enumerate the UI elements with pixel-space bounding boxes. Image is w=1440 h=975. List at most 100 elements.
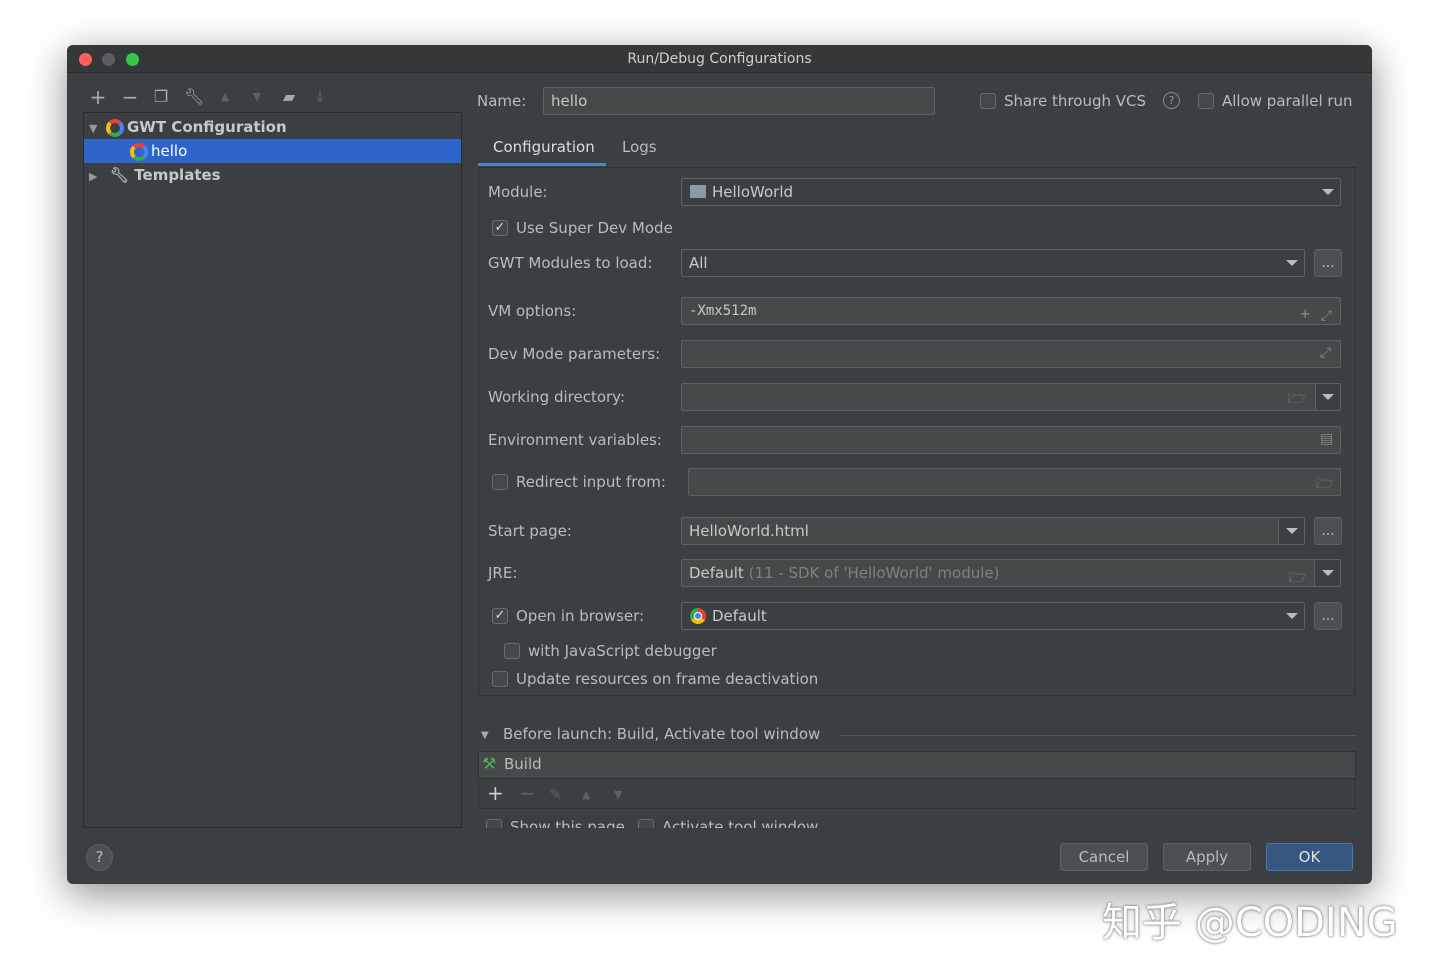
minus-icon[interactable]: − bbox=[120, 87, 140, 107]
arrow-up-icon[interactable]: ▲ bbox=[215, 87, 235, 107]
tree-templates[interactable]: ▶🔧︎ Templates bbox=[84, 163, 461, 187]
working-dir-dropdown[interactable] bbox=[1315, 384, 1340, 410]
document-icon[interactable]: ▤ bbox=[1320, 431, 1333, 447]
env-vars-input[interactable] bbox=[681, 426, 1341, 454]
working-dir-input[interactable] bbox=[681, 383, 1341, 411]
wrench-icon[interactable]: 🔧︎ bbox=[184, 87, 204, 107]
redirect-input-field[interactable] bbox=[688, 468, 1341, 496]
gwt-modules-select[interactable]: All bbox=[681, 249, 1305, 277]
plus-icon[interactable]: + bbox=[1300, 301, 1310, 327]
collapse-arrow-icon[interactable]: ▶ bbox=[84, 165, 110, 189]
name-input[interactable]: hello bbox=[543, 87, 935, 115]
browser-select[interactable]: Default bbox=[681, 602, 1305, 630]
dev-params-label: Dev Mode parameters: bbox=[488, 344, 660, 364]
open-browser-checkbox[interactable]: ✓ bbox=[492, 608, 508, 624]
jre-dropdown[interactable] bbox=[1314, 560, 1340, 586]
module-value: HelloWorld bbox=[712, 183, 793, 201]
js-debugger-label: with JavaScript debugger bbox=[528, 641, 717, 661]
gwt-modules-label: GWT Modules to load: bbox=[488, 253, 652, 273]
copy-icon[interactable]: ❐ bbox=[151, 87, 171, 107]
allow-parallel-label: Allow parallel run bbox=[1222, 91, 1353, 111]
allow-parallel-checkbox[interactable] bbox=[1198, 93, 1214, 109]
watermark: 知乎 @CODING bbox=[1102, 890, 1398, 948]
vm-options-label: VM options: bbox=[488, 301, 576, 321]
tree-group-gwt-configuration[interactable]: ▼ GWT Configuration bbox=[84, 115, 461, 139]
expand-arrow-icon[interactable]: ▼ bbox=[84, 117, 106, 141]
super-dev-checkbox[interactable]: ✓ bbox=[492, 220, 508, 236]
help-icon[interactable]: ? bbox=[1163, 92, 1180, 109]
chevron-down-icon bbox=[1322, 394, 1334, 400]
browser-browse-button[interactable]: ... bbox=[1314, 602, 1342, 630]
before-launch-title: Before launch: Build, Activate tool wind… bbox=[503, 724, 820, 744]
start-page-dropdown[interactable] bbox=[1278, 518, 1304, 544]
ok-button[interactable]: OK bbox=[1266, 843, 1353, 871]
zoom-window-button[interactable] bbox=[126, 53, 139, 66]
folder-icon[interactable]: 🗁 bbox=[1316, 473, 1333, 497]
share-vcs-checkbox[interactable] bbox=[980, 93, 996, 109]
minus-icon[interactable]: − bbox=[519, 781, 536, 805]
clipped-options-row: Show this page Activate tool window bbox=[478, 817, 1356, 828]
arrow-down-icon[interactable]: ▼ bbox=[247, 87, 267, 107]
sort-icon[interactable]: ↓ bbox=[310, 87, 330, 107]
help-button[interactable]: ? bbox=[86, 844, 113, 871]
arrow-down-icon[interactable]: ▼ bbox=[614, 788, 622, 801]
redirect-input-checkbox[interactable] bbox=[492, 474, 508, 490]
tab-logs[interactable]: Logs bbox=[622, 137, 657, 157]
chevron-down-icon bbox=[1322, 189, 1334, 195]
update-resources-checkbox[interactable] bbox=[492, 671, 508, 687]
jre-value: Default bbox=[689, 564, 744, 582]
close-window-button[interactable] bbox=[79, 53, 92, 66]
cancel-button[interactable]: Cancel bbox=[1060, 843, 1148, 871]
update-resources-label: Update resources on frame deactivation bbox=[516, 669, 818, 689]
google-icon bbox=[106, 119, 124, 137]
title-bar: Run/Debug Configurations bbox=[67, 45, 1372, 73]
activate-tool-window-label: Activate tool window bbox=[662, 817, 818, 828]
jre-label: JRE: bbox=[488, 563, 517, 583]
configuration-tree: ▼ GWT Configuration hello ▶🔧︎ Templates bbox=[83, 112, 462, 828]
redirect-input-label: Redirect input from: bbox=[516, 472, 666, 492]
pencil-icon[interactable]: ✎ bbox=[549, 785, 562, 803]
before-launch-task[interactable]: ⚒ Build bbox=[479, 752, 1355, 779]
hammer-icon: ⚒ bbox=[482, 754, 496, 773]
folder-icon[interactable]: 🗁 bbox=[1288, 388, 1305, 412]
open-browser-label: Open in browser: bbox=[516, 606, 644, 626]
module-select[interactable]: HelloWorld bbox=[681, 178, 1341, 206]
templates-label: Templates bbox=[134, 166, 220, 184]
new-folder-icon[interactable]: ▰ bbox=[279, 87, 299, 107]
share-vcs-label: Share through VCS bbox=[1004, 91, 1146, 111]
jre-combo[interactable]: Default (11 - SDK of 'HelloWorld' module… bbox=[681, 559, 1341, 587]
expand-icon[interactable]: ⤢ bbox=[1321, 303, 1332, 329]
plus-icon[interactable]: + bbox=[88, 87, 108, 107]
activate-tool-window-checkbox[interactable] bbox=[638, 819, 654, 828]
task-label: Build bbox=[504, 755, 542, 773]
tree-item-hello[interactable]: hello bbox=[84, 139, 461, 163]
folder-icon[interactable]: 🗁 bbox=[1289, 565, 1306, 591]
before-launch-list: ⚒ Build + − ✎ ▲ ▼ bbox=[478, 751, 1356, 809]
google-icon bbox=[130, 143, 148, 161]
tab-configuration[interactable]: Configuration bbox=[493, 137, 595, 157]
vm-options-input[interactable]: -Xmx512m+⤢ bbox=[681, 297, 1341, 325]
start-page-combo[interactable]: HelloWorld.html bbox=[681, 517, 1305, 545]
divider bbox=[839, 735, 1356, 736]
plus-icon[interactable]: + bbox=[487, 781, 504, 805]
js-debugger-checkbox[interactable] bbox=[504, 643, 520, 659]
collapse-arrow-icon[interactable]: ▼ bbox=[481, 730, 489, 741]
chevron-down-icon bbox=[1286, 260, 1298, 266]
tree-item-label: hello bbox=[151, 142, 187, 160]
chevron-down-icon bbox=[1286, 613, 1298, 619]
show-page-label: Show this page bbox=[510, 817, 625, 828]
vm-options-value: -Xmx512m bbox=[689, 303, 756, 319]
module-folder-icon bbox=[690, 185, 706, 198]
tree-group-label: GWT Configuration bbox=[127, 118, 287, 136]
show-page-checkbox[interactable] bbox=[486, 819, 502, 828]
gwt-modules-browse-button[interactable]: ... bbox=[1314, 249, 1342, 277]
arrow-up-icon[interactable]: ▲ bbox=[582, 788, 590, 801]
expand-icon[interactable]: ⤢ bbox=[1320, 345, 1331, 361]
working-dir-label: Working directory: bbox=[488, 387, 625, 407]
dev-params-input[interactable] bbox=[681, 340, 1341, 368]
apply-button[interactable]: Apply bbox=[1163, 843, 1251, 871]
start-page-browse-button[interactable]: ... bbox=[1314, 517, 1342, 545]
jre-hint: (11 - SDK of 'HelloWorld' module) bbox=[749, 564, 1000, 582]
run-debug-dialog: Run/Debug Configurations + − ❐ 🔧︎ ▲ ▼ ▰ … bbox=[67, 45, 1372, 884]
minimize-window-button[interactable] bbox=[102, 53, 115, 66]
